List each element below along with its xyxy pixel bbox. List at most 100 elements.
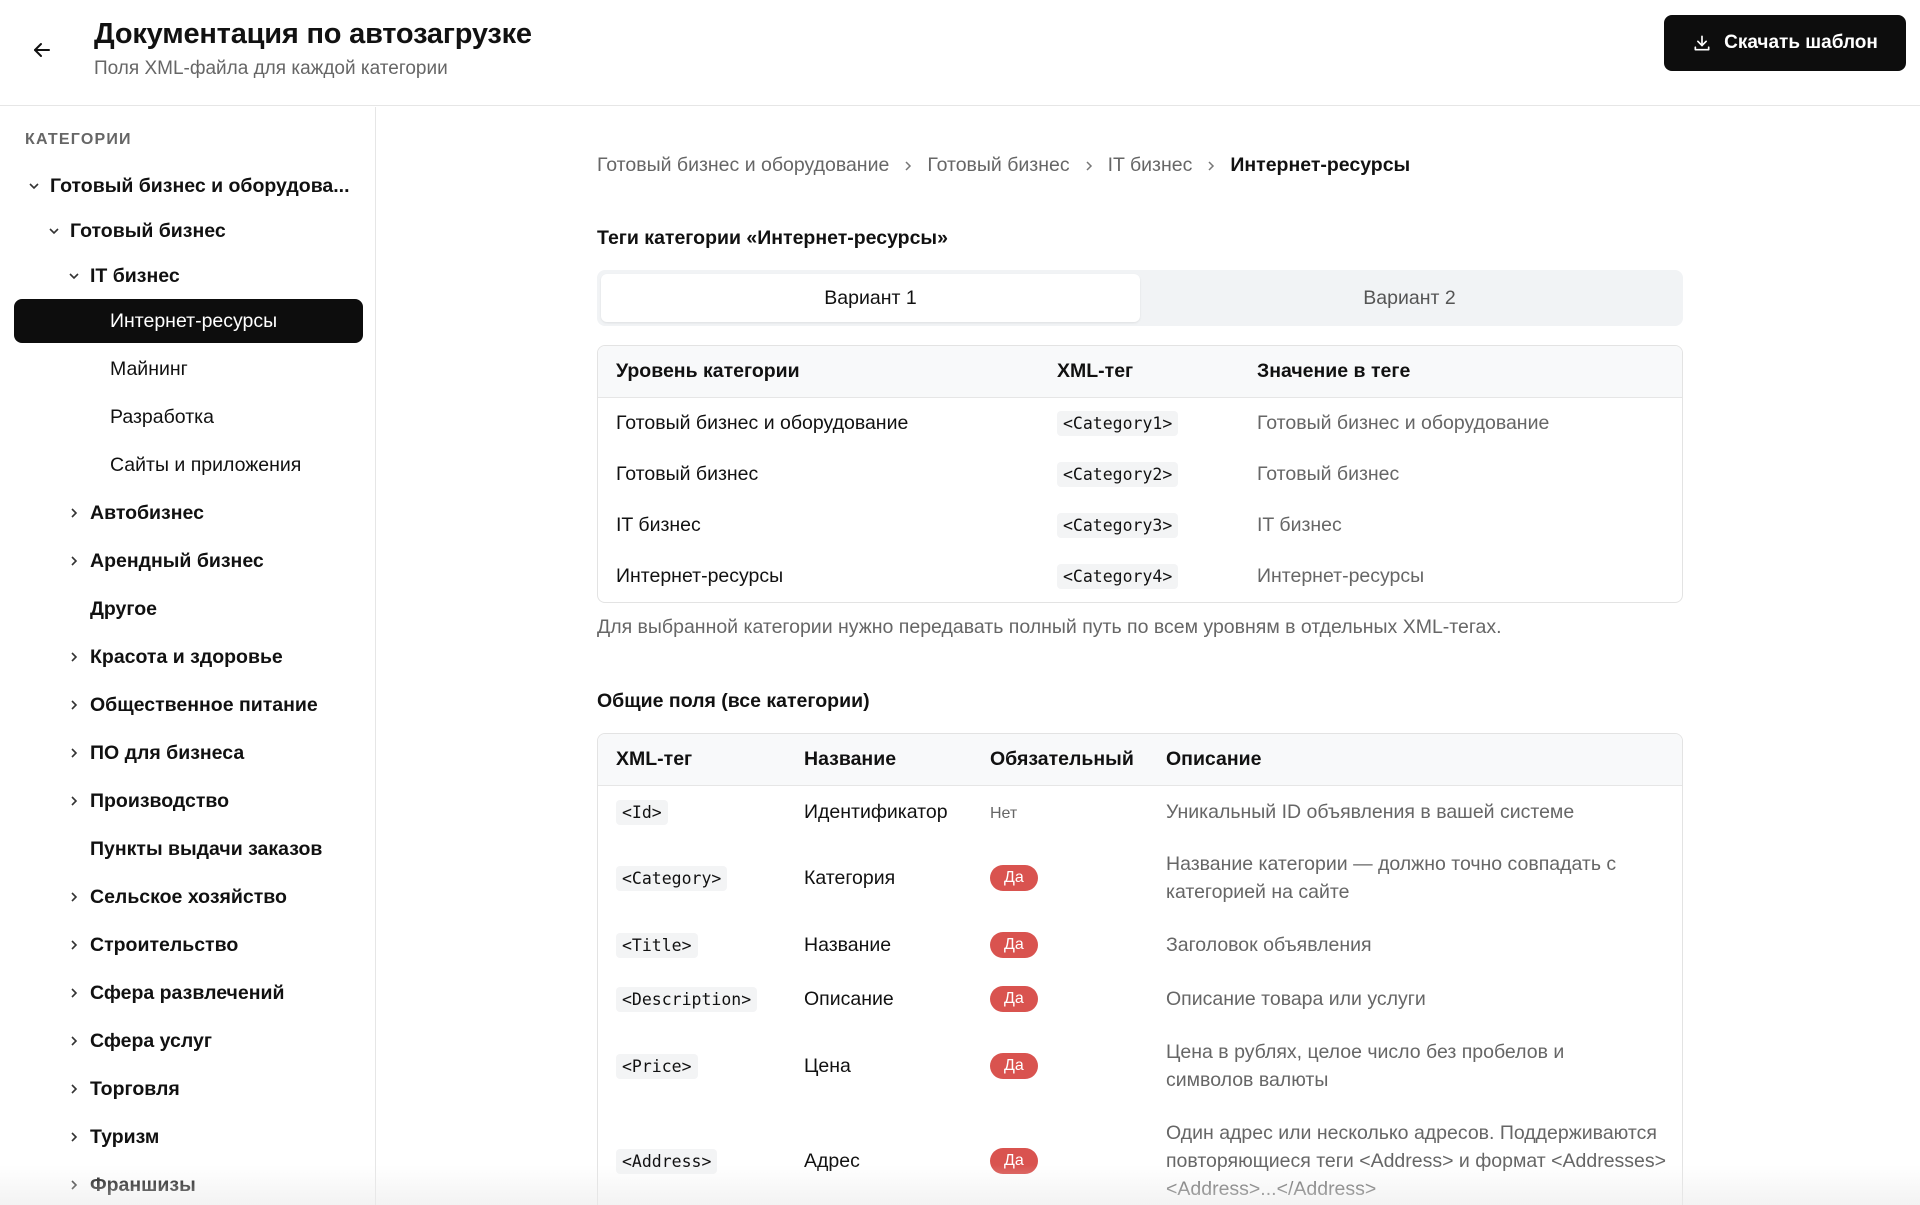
chevron-right-icon [901, 159, 915, 173]
chevron-right-icon [66, 937, 82, 953]
required-badge: Да [990, 1053, 1038, 1079]
tree-item-label: Общественное питание [90, 693, 318, 716]
tree-item-it-business[interactable]: IT бизнес [66, 254, 180, 298]
page-subtitle: Поля XML-файла для каждой категории [94, 58, 448, 79]
page-title: Документация по автозагрузке [94, 18, 532, 50]
tree-item-label: Сфера развлечений [90, 981, 285, 1004]
xml-tag-code: <Category1> [1057, 411, 1179, 436]
tree-item-rental-business[interactable]: Арендный бизнес [66, 539, 264, 583]
chevron-right-icon [66, 697, 82, 713]
download-button-label: Скачать шаблон [1724, 32, 1878, 53]
required-cell: Нет [972, 801, 1148, 824]
chevron-right-icon [66, 1033, 82, 1049]
tree-item-pickup-points[interactable]: Пункты выдачи заказов [90, 827, 322, 871]
xml-tag-code: <Category2> [1057, 462, 1179, 487]
name-cell: Категория [804, 866, 896, 889]
required-cell: Да [972, 986, 1148, 1012]
name-cell: Название [804, 933, 892, 956]
tree-item-catering[interactable]: Общественное питание [66, 683, 318, 727]
tree-item-business-software[interactable]: ПО для бизнеса [66, 731, 244, 775]
tree-item-agriculture[interactable]: Сельское хозяйство [66, 875, 287, 919]
tree-item-internet-resources[interactable]: Интернет-ресурсы [14, 299, 363, 343]
tree-item-tourism[interactable]: Туризм [66, 1115, 159, 1159]
common-fields-title: Общие поля (все категории) [597, 690, 870, 712]
tab-variant-2[interactable]: Вариант 2 [1140, 274, 1679, 322]
tree-item-label: Разработка [110, 405, 214, 428]
tree-item-franchises[interactable]: Франшизы [66, 1163, 196, 1205]
value-cell: IT бизнес [1257, 514, 1342, 536]
tag-cell: <Title> [598, 932, 786, 958]
column-header: Уровень категории [616, 360, 800, 382]
chevron-down-icon [66, 268, 82, 284]
tag-cell: <Category> [598, 865, 786, 891]
variant-tabs: Вариант 1 Вариант 2 [597, 270, 1683, 326]
breadcrumb-item[interactable]: Готовый бизнес [927, 154, 1069, 177]
tree-item-auto-business[interactable]: Автобизнес [66, 491, 204, 535]
category-tags-table: Уровень категории XML-тег Значение в тег… [597, 345, 1683, 603]
required-cell: Да [972, 932, 1148, 958]
chevron-right-icon [66, 1129, 82, 1145]
breadcrumb-item[interactable]: IT бизнес [1108, 154, 1193, 177]
tag-cell: <Description> [598, 986, 786, 1012]
description-cell: Описание товара или услуги [1166, 988, 1426, 1010]
name-cell: Цена [804, 1054, 851, 1077]
download-template-button[interactable]: Скачать шаблон [1664, 15, 1906, 71]
tree-item-label: Сайты и приложения [110, 453, 302, 476]
chevron-right-icon [66, 793, 82, 809]
table-row: Готовый бизнес и оборудование <Category1… [598, 398, 1682, 449]
common-fields-table: XML-тег Название Обязательный Описание <… [597, 733, 1683, 1205]
description-cell: Заголовок объявления [1166, 934, 1372, 956]
name-cell: Адрес [804, 1149, 860, 1172]
tree-item-label: Арендный бизнес [90, 549, 264, 572]
tree-item-label: Производство [90, 789, 230, 812]
chevron-right-icon [66, 649, 82, 665]
breadcrumb-item[interactable]: Готовый бизнес и оборудование [597, 154, 889, 177]
column-header: Обязательный [990, 748, 1134, 770]
tag-cell: <Category2> [1039, 462, 1239, 487]
xml-tag-code: <Address> [616, 1148, 718, 1174]
tree-item-trade[interactable]: Торговля [66, 1067, 180, 1111]
tag-cell: <Address> [598, 1148, 786, 1174]
category-tags-title: Теги категории «Интернет-ресурсы» [597, 227, 948, 249]
xml-tag-code: <Id> [616, 799, 668, 825]
table-row: IT бизнес <Category3> IT бизнес [598, 500, 1682, 551]
category-sidebar: КАТЕГОРИИ Готовый бизнес и оборудова... … [0, 107, 376, 1205]
back-button[interactable] [26, 34, 58, 66]
tree-item-other[interactable]: Другое [90, 587, 157, 631]
column-header: Описание [1166, 748, 1262, 770]
table-row: <Id> Идентификатор Нет Уникальный ID объ… [598, 786, 1682, 838]
xml-tag-code: <Category4> [1057, 564, 1179, 589]
column-header: XML-тег [616, 748, 693, 770]
tag-cell: <Id> [598, 799, 786, 825]
tree-item-development[interactable]: Разработка [110, 395, 214, 439]
tree-item-label: Автобизнес [90, 501, 204, 524]
table-header: XML-тег Название Обязательный Описание [598, 734, 1682, 786]
tag-cell: <Category1> [1039, 411, 1239, 436]
chevron-right-icon [66, 889, 82, 905]
tree-item-label: Пункты выдачи заказов [90, 837, 323, 860]
page-header: Документация по автозагрузке Поля XML-фа… [0, 0, 1920, 106]
tree-item-manufacturing[interactable]: Производство [66, 779, 229, 823]
tree-item-label: ПО для бизнеса [90, 741, 245, 764]
tree-item-ready-business[interactable]: Готовый бизнес [46, 209, 226, 253]
chevron-right-icon [1204, 159, 1218, 173]
download-icon [1694, 35, 1710, 51]
main-content: Готовый бизнес и оборудование Готовый би… [377, 107, 1920, 1205]
tree-item-entertainment[interactable]: Сфера развлечений [66, 971, 284, 1015]
tree-item-label: Строительство [90, 933, 239, 956]
tree-item-construction[interactable]: Строительство [66, 923, 238, 967]
tree-item-services[interactable]: Сфера услуг [66, 1019, 212, 1063]
column-header: Название [804, 748, 897, 770]
table-row: Готовый бизнес <Category2> Готовый бизне… [598, 449, 1682, 500]
level-cell: Интернет-ресурсы [616, 565, 784, 587]
tree-item-beauty-health[interactable]: Красота и здоровье [66, 635, 283, 679]
chevron-right-icon [1082, 159, 1096, 173]
xml-tag-code: <Category> [616, 865, 728, 891]
required-cell: Да [972, 1148, 1148, 1174]
tree-item-ready-business-equipment[interactable]: Готовый бизнес и оборудова... [26, 164, 350, 208]
table-row: <Price> Цена Да Цена в рублях, целое чис… [598, 1026, 1682, 1106]
tree-item-sites-apps[interactable]: Сайты и приложения [110, 443, 301, 487]
arrow-left-icon [34, 43, 50, 57]
tab-variant-1[interactable]: Вариант 1 [601, 274, 1140, 322]
tree-item-mining[interactable]: Майнинг [110, 347, 188, 391]
